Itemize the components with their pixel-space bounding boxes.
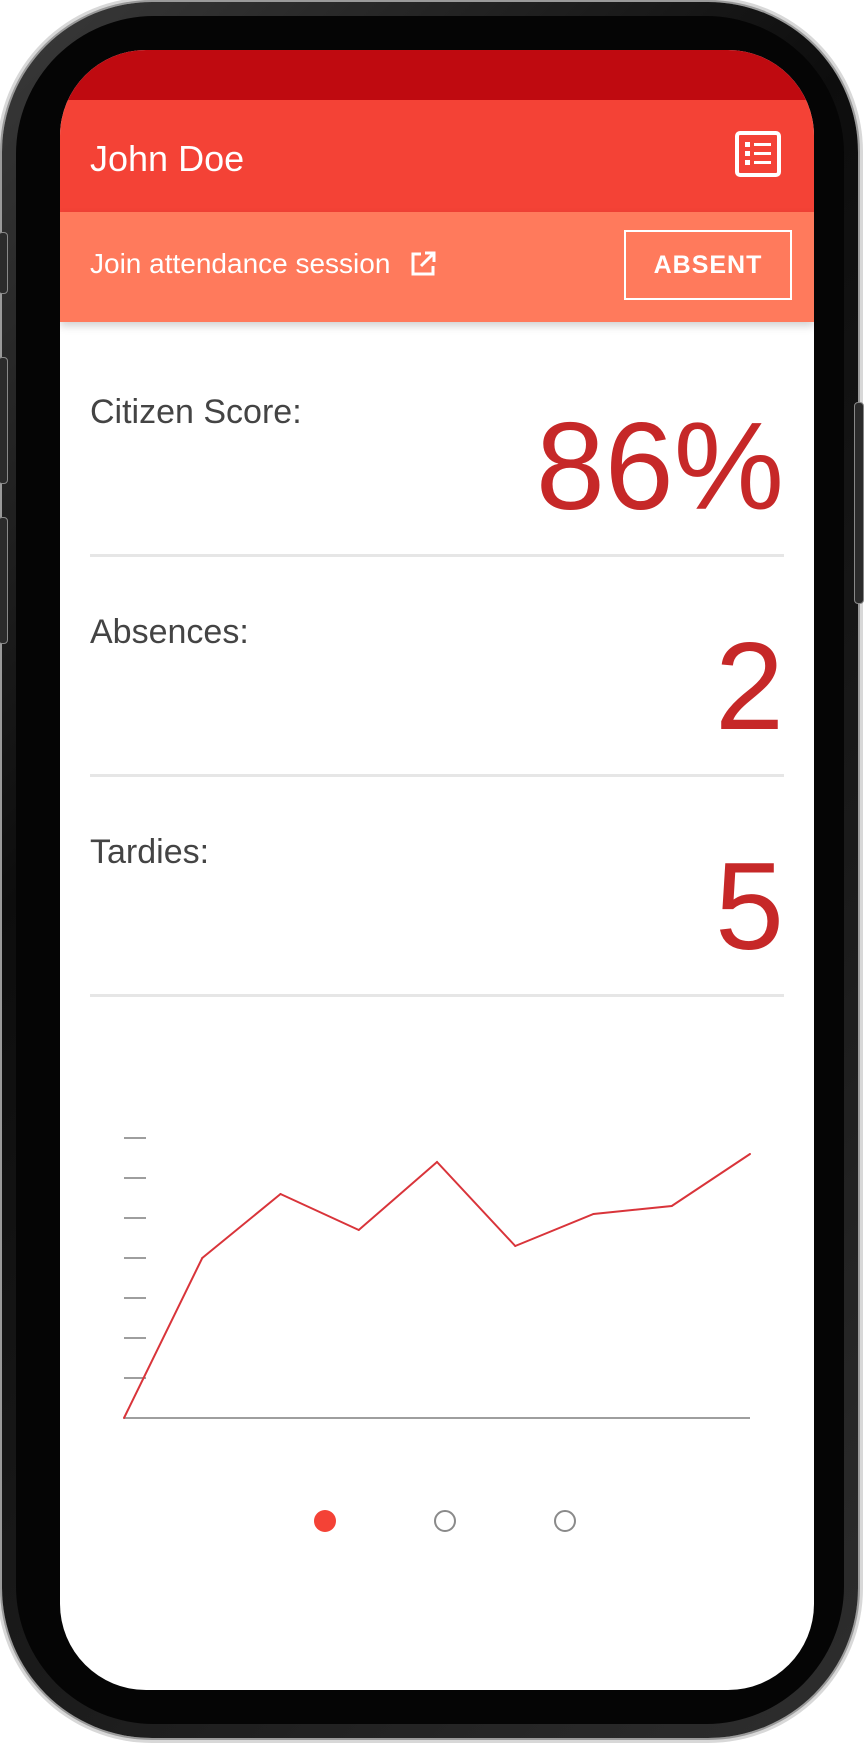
power-button <box>854 402 864 604</box>
absences-value: 2 <box>715 618 784 756</box>
absences-label: Absences: <box>90 613 249 651</box>
tardies-row: Tardies: 5 <box>90 775 784 997</box>
data-point <box>514 1245 517 1247</box>
page-dot-2[interactable] <box>434 1510 456 1532</box>
join-attendance-link[interactable]: Join attendance session <box>90 248 438 280</box>
data-point <box>436 1161 438 1163</box>
volume-up-button <box>0 357 8 484</box>
data-point <box>592 1213 595 1215</box>
join-attendance-label: Join attendance session <box>90 248 391 279</box>
page-indicator <box>60 1510 814 1550</box>
attendance-banner: Join attendance session ABSENT <box>60 212 814 322</box>
data-point <box>357 1229 360 1231</box>
app-bar: John Doe <box>60 100 814 212</box>
list-icon[interactable] <box>734 130 782 178</box>
citizen-score-row: Citizen Score: 86% <box>90 335 784 557</box>
data-point <box>201 1257 204 1259</box>
mute-switch <box>0 232 8 294</box>
status-bar <box>60 50 814 100</box>
phone-frame: John Doe Join attendance session ABSENT … <box>0 2 864 1738</box>
citizen-score-value: 86% <box>535 398 784 536</box>
score-line-chart <box>123 1137 751 1419</box>
external-link-icon <box>411 251 436 276</box>
page-title: John Doe <box>90 138 245 179</box>
data-point <box>749 1153 751 1155</box>
series-line-0 <box>123 1153 751 1419</box>
tardies-label: Tardies: <box>90 833 210 871</box>
data-point <box>670 1205 673 1207</box>
phone-screen: John Doe Join attendance session ABSENT … <box>60 50 814 1690</box>
page-dot-3[interactable] <box>554 1510 576 1532</box>
absences-row: Absences: 2 <box>90 555 784 777</box>
absent-button[interactable]: ABSENT <box>624 230 792 300</box>
page-dot-1[interactable] <box>314 1510 336 1532</box>
volume-down-button <box>0 517 8 644</box>
tardies-value: 5 <box>715 838 784 976</box>
citizen-score-label: Citizen Score: <box>90 393 302 431</box>
data-point <box>279 1193 282 1195</box>
data-point <box>123 1417 125 1419</box>
